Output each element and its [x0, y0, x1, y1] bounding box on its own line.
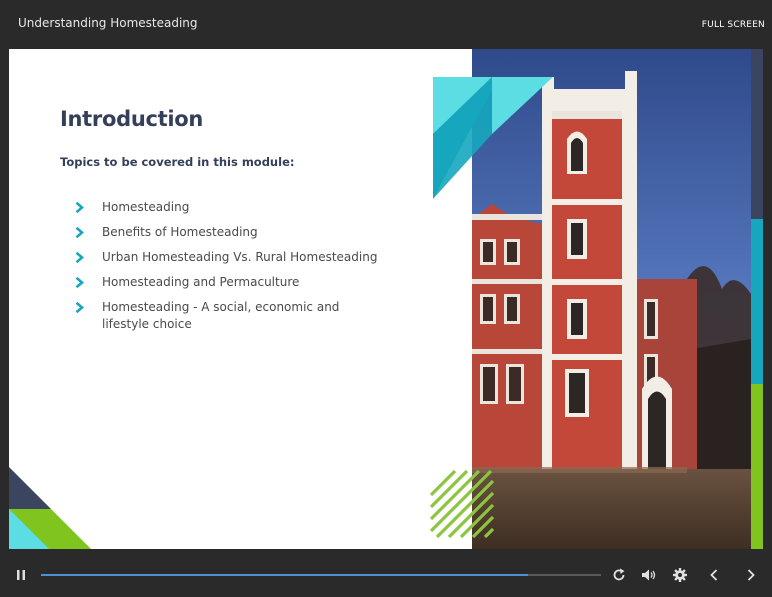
topic-label: Homesteading - A social, economic and li…: [102, 300, 340, 331]
player-controls: [0, 549, 772, 597]
chevron-right-icon[interactable]: [746, 568, 756, 582]
volume-icon[interactable]: [641, 568, 657, 582]
chevron-left-icon[interactable]: [709, 568, 719, 582]
slide-canvas: Introduction Topics to be covered in thi…: [9, 49, 763, 549]
topic-label: Homesteading and Permaculture: [102, 275, 300, 289]
course-title: Understanding Homesteading: [18, 16, 198, 30]
corner-decoration: [9, 467, 91, 549]
gear-icon[interactable]: [673, 568, 687, 582]
accent-bar-green: [751, 384, 763, 549]
pause-icon[interactable]: [16, 569, 26, 581]
fullscreen-button[interactable]: FULL SCREEN: [702, 20, 765, 30]
building-photo: [472, 49, 751, 549]
replay-icon[interactable]: [612, 568, 626, 582]
top-bar: Understanding Homesteading FULL SCREEN: [0, 0, 772, 48]
progress-track[interactable]: [41, 574, 601, 576]
topic-label: Urban Homesteading Vs. Rural Homesteadin…: [102, 250, 378, 264]
progress-fill: [41, 574, 529, 576]
accent-bar-dark: [751, 49, 763, 219]
accent-bar-teal: [751, 219, 763, 384]
